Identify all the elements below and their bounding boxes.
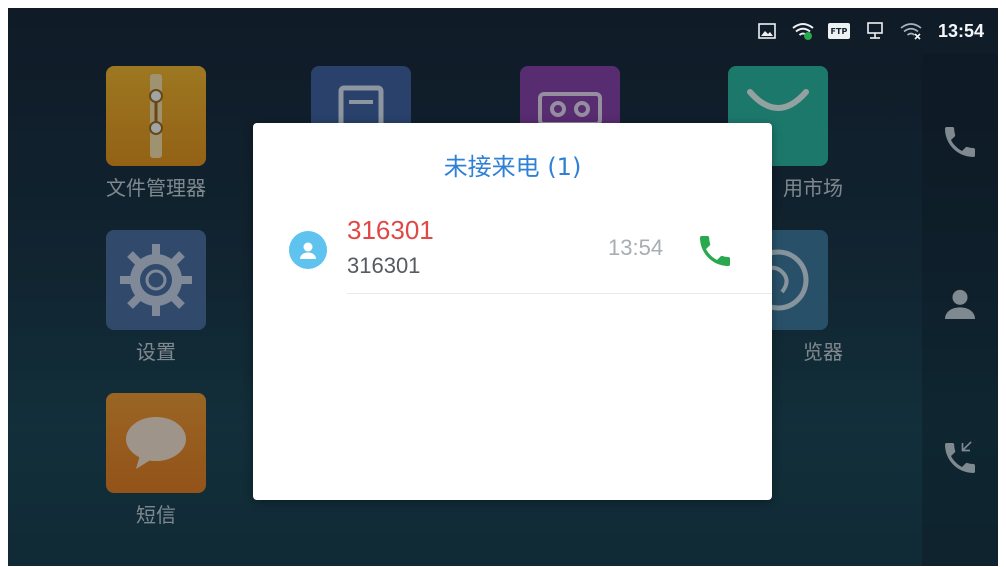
caller-avatar-icon <box>289 231 327 269</box>
wifi-icon <box>792 20 814 42</box>
missed-call-item[interactable]: 316301 316301 13:54 <box>253 207 772 299</box>
wifi-off-icon <box>900 20 922 42</box>
call-back-phone-icon[interactable] <box>691 227 739 275</box>
status-clock: 13:54 <box>937 20 984 41</box>
dialog-title: 未接来电 (1) <box>443 153 582 181</box>
screenshot-icon <box>756 20 778 42</box>
home-screen: 文件管理器 用市场 设置 览器 短信 FTP 13:54 未接来电 (1) 31… <box>8 8 998 566</box>
missed-calls-dialog: 未接来电 (1) 316301 316301 13:54 <box>253 123 772 500</box>
row-divider <box>347 293 772 294</box>
network-icon <box>864 20 886 42</box>
caller-number: 316301 <box>347 253 421 278</box>
call-time: 13:54 <box>608 235 664 260</box>
caller-name: 316301 <box>347 215 434 245</box>
status-bar: FTP 13:54 <box>658 8 998 54</box>
ftp-icon: FTP <box>827 23 850 39</box>
